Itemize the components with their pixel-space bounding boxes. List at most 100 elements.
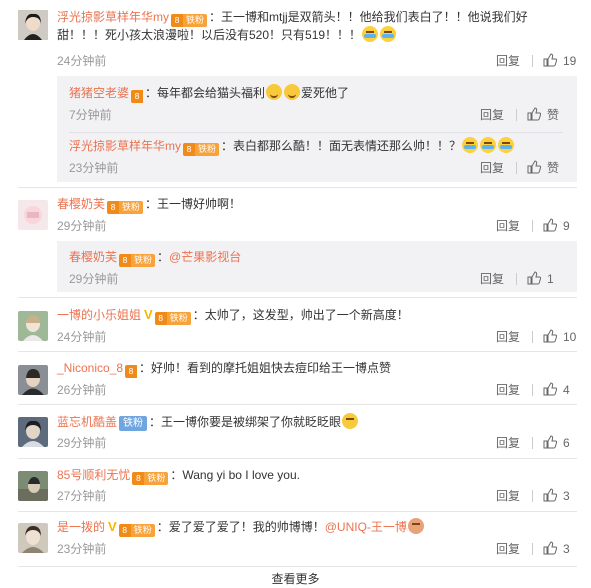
like-count: 3 (563, 542, 570, 556)
like-count: 9 (563, 219, 570, 233)
thumbs-up-icon[interactable] (527, 271, 541, 285)
fan-level-badge[interactable]: 8 (131, 86, 144, 103)
mention-link[interactable]: @UNIQ-王一博 (325, 520, 407, 534)
thumbs-up-icon[interactable] (527, 160, 541, 174)
thumbs-up-icon[interactable] (543, 218, 557, 232)
username[interactable]: 蓝忘机酷盖 (57, 415, 117, 429)
avatar-image (18, 10, 48, 40)
thumbs-up-icon[interactable] (527, 107, 541, 121)
thumbs-up-icon[interactable] (543, 435, 557, 449)
fan-level-badge[interactable]: 8 铁粉 (119, 250, 156, 267)
username[interactable]: _Niconico_8 (57, 361, 123, 375)
fan-level-badge[interactable]: 8 铁粉 (118, 520, 155, 537)
avatar[interactable] (18, 10, 48, 40)
divider (516, 273, 517, 285)
like-count: 4 (563, 383, 570, 397)
verified-v-icon: V (144, 307, 153, 322)
comment-item: 是一拨的 V 8 铁粉 ：爱了爱了爱了！我的帅博博！@UNIQ-王一博 23分钟前 回复… (0, 512, 591, 564)
divider (532, 55, 533, 67)
crying-emoji-icon (480, 137, 497, 153)
reply-button[interactable]: 回复 (480, 159, 504, 177)
username[interactable]: 春樱奶芙 (69, 250, 117, 264)
reply-button[interactable]: 回复 (496, 487, 520, 505)
reply-button[interactable]: 回复 (496, 52, 520, 70)
reply-button[interactable]: 回复 (496, 540, 520, 558)
like-count: 3 (563, 489, 570, 503)
like-count: 19 (563, 54, 577, 68)
comment-item: 85号顺利无忧 8 铁粉 ：Wang yi bo I love you. 27分钟前 … (0, 459, 591, 511)
thumbs-up-icon[interactable] (543, 541, 557, 555)
comment-item: 蓝忘机酷盖 铁粉 ：王一博你要是被绑架了你就眨眨眼 29分钟前 回复 6 (0, 405, 591, 457)
timestamp: 7分钟前 (69, 108, 112, 122)
sad-emoji-icon (284, 84, 301, 100)
divider (532, 543, 533, 555)
reply-list: 猪猪空老婆 8 ：每年都会给猫头福利 爱死他了 7分钟前 回复赞 浮光掠影草样年华my… (57, 76, 577, 182)
fan-level-badge[interactable]: 8 铁粉 (107, 197, 144, 214)
crying-emoji-icon (462, 137, 479, 153)
mention-link[interactable]: @芒果影视台 (169, 250, 241, 264)
comment-text: ：王一博你要是被绑架了你就眨眨眼 (149, 415, 342, 429)
avatar-image (18, 417, 48, 447)
timestamp: 23分钟前 (69, 161, 119, 175)
thumbs-up-icon[interactable] (543, 382, 557, 396)
verified-v-icon: V (108, 519, 117, 534)
username[interactable]: 一博的小乐姐姐 (57, 308, 141, 322)
timestamp: 24分钟前 (57, 330, 107, 344)
reply-button[interactable]: 回复 (496, 381, 520, 399)
comment-item: 浮光掠影草样年华my 8 铁粉 ：王一博和mtjj是双箭头！！他给我们表白了！！他说我… (0, 0, 591, 72)
reply-button[interactable]: 回复 (496, 328, 520, 346)
reply-button[interactable]: 回复 (480, 270, 504, 288)
username[interactable]: 是一拨的 (57, 520, 105, 534)
shocked-emoji-icon (342, 413, 359, 429)
divider (532, 331, 533, 343)
avatar[interactable] (18, 365, 48, 395)
comment-text: ：王一博好帅啊！ (145, 197, 242, 211)
timestamp: 24分钟前 (57, 54, 107, 68)
load-more-link[interactable]: 查看更多 (0, 570, 591, 588)
fan-level-badge[interactable]: 8 铁粉 (183, 139, 220, 156)
username[interactable]: 浮光掠影草样年华my (69, 139, 181, 153)
fan-badge[interactable]: 铁粉 (119, 416, 148, 431)
username[interactable]: 春樱奶芙 (57, 197, 105, 211)
avatar[interactable] (18, 523, 48, 553)
timestamp: 29分钟前 (69, 272, 119, 286)
thumbs-up-icon[interactable] (543, 53, 557, 67)
reply-button[interactable]: 回复 (496, 434, 520, 452)
reply-text: ：每年都会给猫头福利 (145, 86, 266, 100)
username[interactable]: 85号顺利无忧 (57, 468, 130, 482)
fan-level-badge[interactable]: 8 铁粉 (132, 468, 169, 485)
avatar[interactable] (18, 200, 48, 230)
avatar-image (18, 471, 48, 501)
like-count: 10 (563, 330, 577, 344)
reply-text: 爱死他了 (301, 86, 350, 100)
reply-button[interactable]: 回复 (480, 106, 504, 124)
timestamp: 27分钟前 (57, 489, 107, 503)
thumbs-up-icon[interactable] (543, 488, 557, 502)
comment-text: ：好帅！看到的摩托姐姐快去痘印给王一博点赞 (139, 361, 392, 375)
divider (532, 220, 533, 232)
crying-emoji-icon (362, 26, 379, 42)
comment-text: ：爱了爱了爱了！我的帅博博！ (156, 520, 325, 534)
divider (532, 384, 533, 396)
thumbs-up-icon[interactable] (543, 329, 557, 343)
username[interactable]: 猪猪空老婆 (69, 86, 129, 100)
timestamp: 23分钟前 (57, 542, 107, 556)
reply-button[interactable]: 回复 (496, 217, 520, 235)
like-label[interactable]: 赞 (547, 106, 561, 124)
fan-level-badge[interactable]: 8 铁粉 (154, 308, 191, 325)
fan-level-badge[interactable]: 8 铁粉 (171, 10, 208, 27)
avatar[interactable] (18, 311, 48, 341)
sad-emoji-icon (266, 84, 283, 100)
divider (69, 132, 563, 133)
avatar[interactable] (18, 417, 48, 447)
username[interactable]: 浮光掠影草样年华my (57, 10, 169, 24)
like-label[interactable]: 赞 (547, 159, 561, 177)
divider (516, 109, 517, 121)
divider (532, 490, 533, 502)
comment-text: ：太帅了，这发型，帅出了一个新高度！ (192, 308, 409, 322)
like-count: 1 (547, 272, 554, 286)
fan-level-badge[interactable]: 8 (125, 361, 138, 378)
avatar[interactable] (18, 471, 48, 501)
reply-list: 春樱奶芙 8 铁粉 ：@芒果影视台 29分钟前 回复 1 (57, 241, 577, 292)
timestamp: 29分钟前 (57, 219, 107, 233)
